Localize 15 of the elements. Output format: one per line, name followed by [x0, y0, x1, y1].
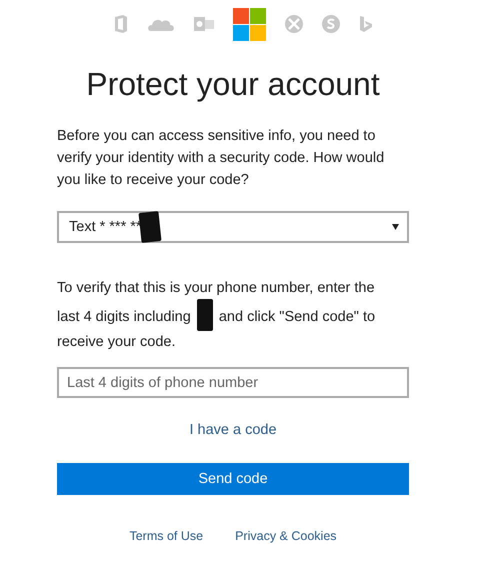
- send-code-button[interactable]: Send code: [57, 463, 409, 495]
- game-icon: [284, 15, 302, 33]
- search-engine-icon: [358, 15, 372, 33]
- logo-icon: [232, 8, 266, 40]
- page-title: Protect your account: [85, 65, 381, 104]
- mail-icon: [194, 15, 214, 33]
- intro-text: Before you can access sensitive info, you need to verify your identity with a security code. How would you like to receive your code?: [57, 127, 386, 190]
- footer-link[interactable]: Privacy & Cookies: [235, 525, 337, 547]
- have-code-link[interactable]: I have a code: [57, 419, 409, 441]
- verify-text: To verify that this is your phone number, enter the last 4 digits including and click "Send code" to receive your code.: [57, 279, 376, 352]
- caret-icon: [392, 224, 399, 230]
- chat-icon: [322, 15, 340, 33]
- digits-field[interactable]: Last 4 digits of phone number: [57, 367, 409, 398]
- footer-link[interactable]: Terms of Use: [129, 525, 204, 547]
- document-icon: [114, 14, 128, 34]
